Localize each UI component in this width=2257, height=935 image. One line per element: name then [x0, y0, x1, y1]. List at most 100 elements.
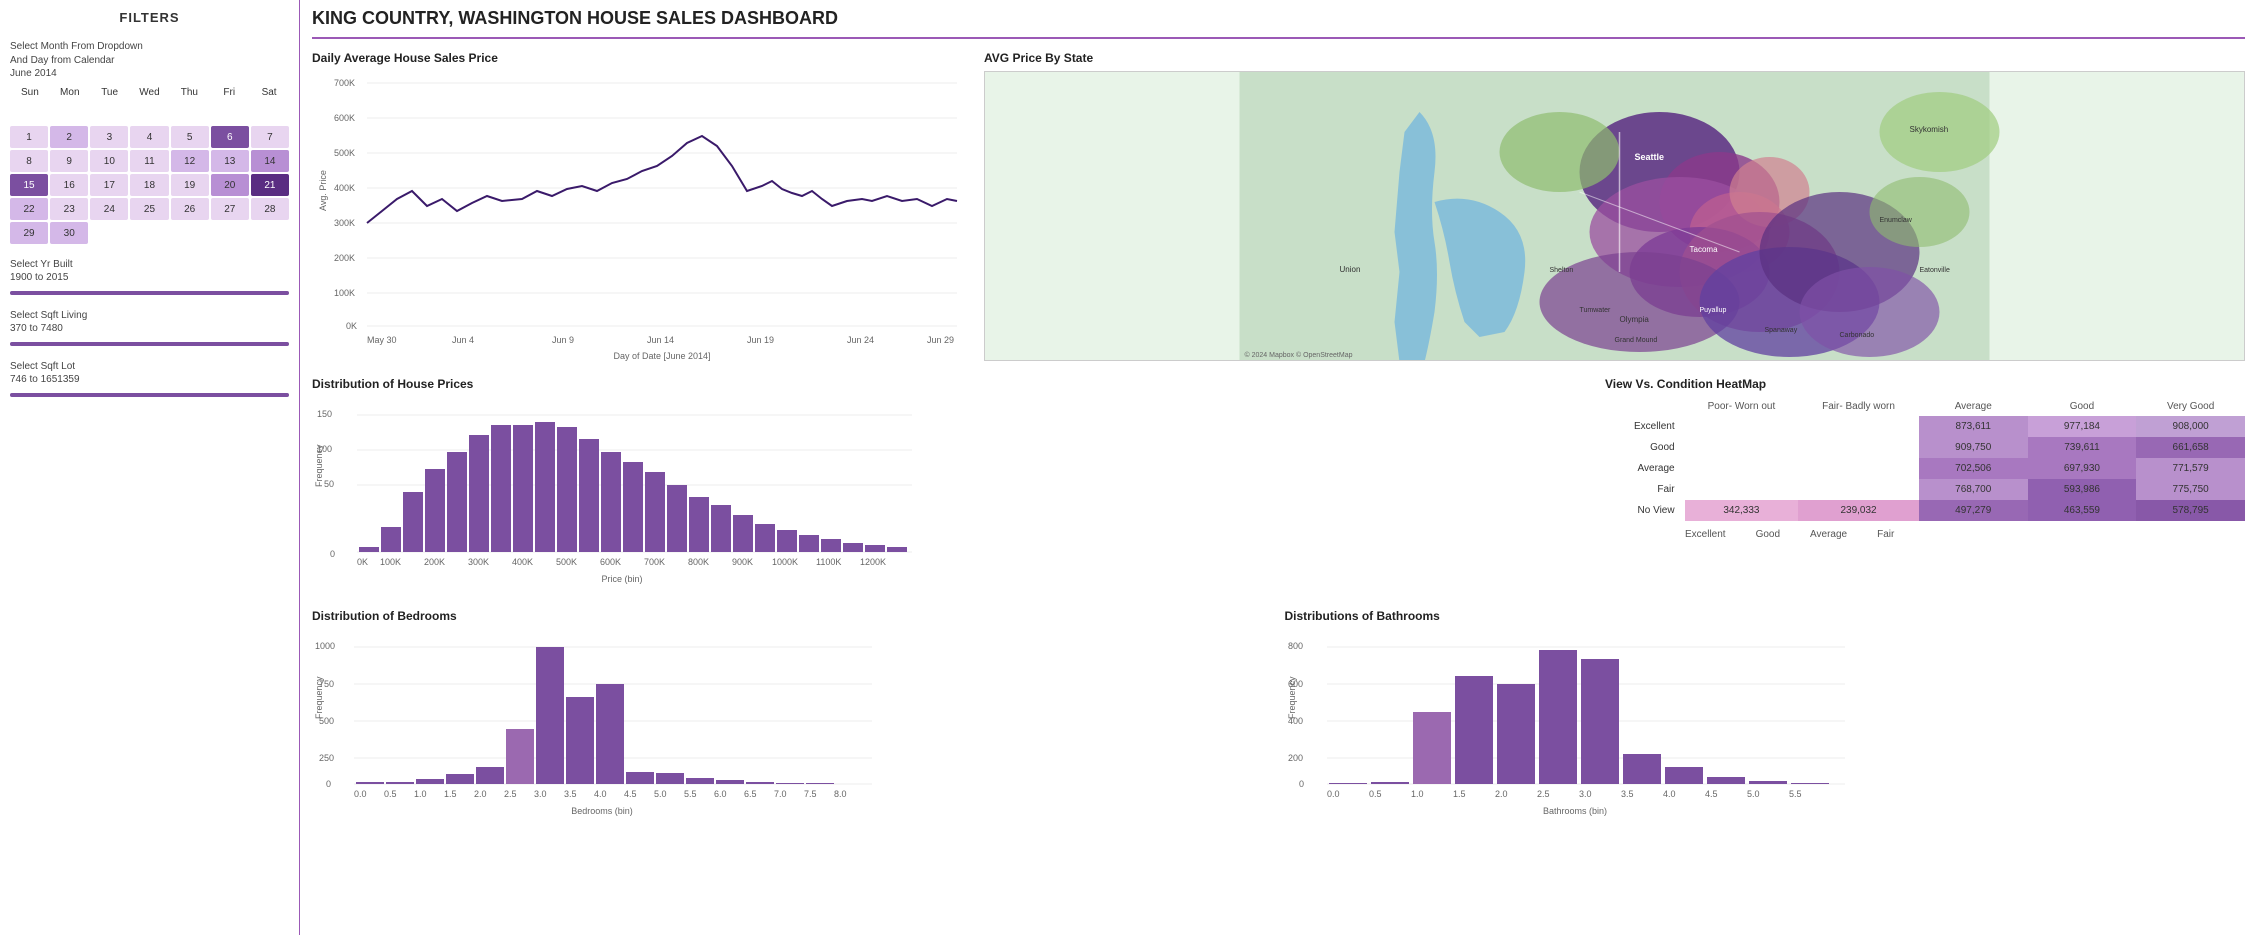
- cal-day: [90, 222, 128, 244]
- svg-text:400K: 400K: [512, 557, 533, 567]
- cal-day[interactable]: 14: [251, 150, 289, 172]
- svg-text:600K: 600K: [334, 113, 355, 123]
- sqft-living-label: Select Sqft Living: [10, 309, 289, 323]
- cal-day[interactable]: 26: [171, 198, 209, 220]
- cal-day[interactable]: 5: [171, 126, 209, 148]
- cal-day[interactable]: 28: [251, 198, 289, 220]
- svg-text:Puyallup: Puyallup: [1700, 307, 1727, 314]
- svg-text:5.5: 5.5: [684, 789, 697, 799]
- cal-day[interactable]: 6: [211, 126, 249, 148]
- svg-text:Jun 24: Jun 24: [847, 335, 874, 345]
- cal-day[interactable]: 12: [171, 150, 209, 172]
- bathrooms-svg: 800 600 400 200 0 Frequency: [1285, 629, 1865, 829]
- condition-excellent: Excellent: [1685, 529, 1726, 540]
- cal-day[interactable]: 9: [50, 150, 88, 172]
- svg-text:Shelton: Shelton: [1550, 267, 1574, 274]
- sqft-living-slider[interactable]: [10, 342, 289, 346]
- cal-day[interactable]: 15: [10, 174, 48, 196]
- cal-day[interactable]: 13: [211, 150, 249, 172]
- heatmap-cell: 342,333: [1685, 500, 1799, 521]
- svg-text:4.5: 4.5: [1705, 789, 1718, 799]
- svg-text:2.5: 2.5: [504, 789, 517, 799]
- cal-day[interactable]: 7: [251, 126, 289, 148]
- svg-text:Jun 29: Jun 29: [927, 335, 954, 345]
- cal-day: [10, 102, 48, 124]
- heatmap-cell: 768,700: [1919, 479, 2028, 500]
- cal-day[interactable]: 19: [171, 174, 209, 196]
- svg-text:800K: 800K: [688, 557, 709, 567]
- svg-text:5.5: 5.5: [1789, 789, 1802, 799]
- yr-built-label: Select Yr Built: [10, 258, 289, 272]
- cal-day[interactable]: 16: [50, 174, 88, 196]
- cal-day[interactable]: 24: [90, 198, 128, 220]
- cal-day[interactable]: 18: [130, 174, 168, 196]
- cal-day[interactable]: 27: [211, 198, 249, 220]
- condition-average: Average: [1810, 529, 1847, 540]
- cal-day-mon: Mon: [50, 87, 90, 98]
- heatmap-cell: 593,986: [2028, 479, 2137, 500]
- cal-day: [251, 222, 289, 244]
- svg-text:0K: 0K: [346, 321, 357, 331]
- svg-text:0: 0: [326, 779, 331, 789]
- cal-day[interactable]: 20: [211, 174, 249, 196]
- condition-fair: Fair: [1877, 529, 1894, 540]
- svg-text:1.0: 1.0: [414, 789, 427, 799]
- svg-text:0.0: 0.0: [354, 789, 367, 799]
- cal-day[interactable]: 17: [90, 174, 128, 196]
- cal-day[interactable]: 29: [10, 222, 48, 244]
- svg-text:3.0: 3.0: [534, 789, 547, 799]
- heatmap-col-1: Poor- Worn out: [1685, 397, 1799, 416]
- cal-day[interactable]: 11: [130, 150, 168, 172]
- cal-day[interactable]: 22: [10, 198, 48, 220]
- heatmap-row-label: Good: [1605, 437, 1685, 458]
- svg-text:800: 800: [1288, 641, 1303, 651]
- cal-day: [251, 102, 289, 124]
- svg-text:Jun 9: Jun 9: [552, 335, 574, 345]
- svg-text:3.5: 3.5: [1621, 789, 1634, 799]
- heatmap-col-2: Fair- Badly worn: [1798, 397, 1919, 416]
- svg-text:300K: 300K: [334, 218, 355, 228]
- cal-day[interactable]: 1: [10, 126, 48, 148]
- svg-text:900K: 900K: [732, 557, 753, 567]
- cal-day[interactable]: 2: [50, 126, 88, 148]
- heatmap-col-5: Very Good: [2136, 397, 2245, 416]
- svg-text:Price (bin): Price (bin): [601, 574, 642, 584]
- cal-day: [211, 222, 249, 244]
- heatmap-table: Poor- Worn out Fair- Badly worn Average …: [1605, 397, 2245, 521]
- cal-day-tue: Tue: [90, 87, 130, 98]
- svg-text:Jun 19: Jun 19: [747, 335, 774, 345]
- cal-day[interactable]: 23: [50, 198, 88, 220]
- svg-text:150: 150: [317, 409, 332, 419]
- svg-text:4.0: 4.0: [594, 789, 607, 799]
- cal-day[interactable]: 21: [251, 174, 289, 196]
- svg-text:100K: 100K: [380, 557, 401, 567]
- svg-text:0: 0: [330, 549, 335, 559]
- cal-day[interactable]: 8: [10, 150, 48, 172]
- svg-text:1000: 1000: [315, 641, 335, 651]
- svg-text:7.5: 7.5: [804, 789, 817, 799]
- cal-day-sat: Sat: [249, 87, 289, 98]
- date-filter-label: Select Month From DropdownAnd Day from C…: [10, 40, 289, 68]
- cal-day[interactable]: 10: [90, 150, 128, 172]
- heatmap-row-label: No View: [1605, 500, 1685, 521]
- cal-day[interactable]: 4: [130, 126, 168, 148]
- svg-text:Avg. Price: Avg. Price: [318, 170, 328, 211]
- svg-text:Bathrooms (bin): Bathrooms (bin): [1542, 806, 1606, 816]
- calendar[interactable]: Sun Mon Tue Wed Thu Fri Sat 123456789101…: [10, 87, 289, 244]
- cal-day[interactable]: 25: [130, 198, 168, 220]
- svg-text:1100K: 1100K: [816, 557, 841, 567]
- cal-day: [171, 102, 209, 124]
- svg-text:Olympia: Olympia: [1620, 315, 1650, 324]
- svg-text:Jun 4: Jun 4: [452, 335, 474, 345]
- price-dist-svg: 150 100 50 0 Frequency: [312, 397, 932, 597]
- svg-text:0: 0: [1299, 779, 1304, 789]
- cal-day[interactable]: 3: [90, 126, 128, 148]
- cal-day[interactable]: 30: [50, 222, 88, 244]
- svg-text:5.0: 5.0: [1747, 789, 1760, 799]
- svg-text:Frequency: Frequency: [314, 676, 324, 719]
- cal-day-sun: Sun: [10, 87, 50, 98]
- svg-text:3.0: 3.0: [1579, 789, 1592, 799]
- sqft-lot-slider[interactable]: [10, 393, 289, 397]
- heatmap-cell: [1685, 437, 1799, 458]
- yr-built-slider[interactable]: [10, 291, 289, 295]
